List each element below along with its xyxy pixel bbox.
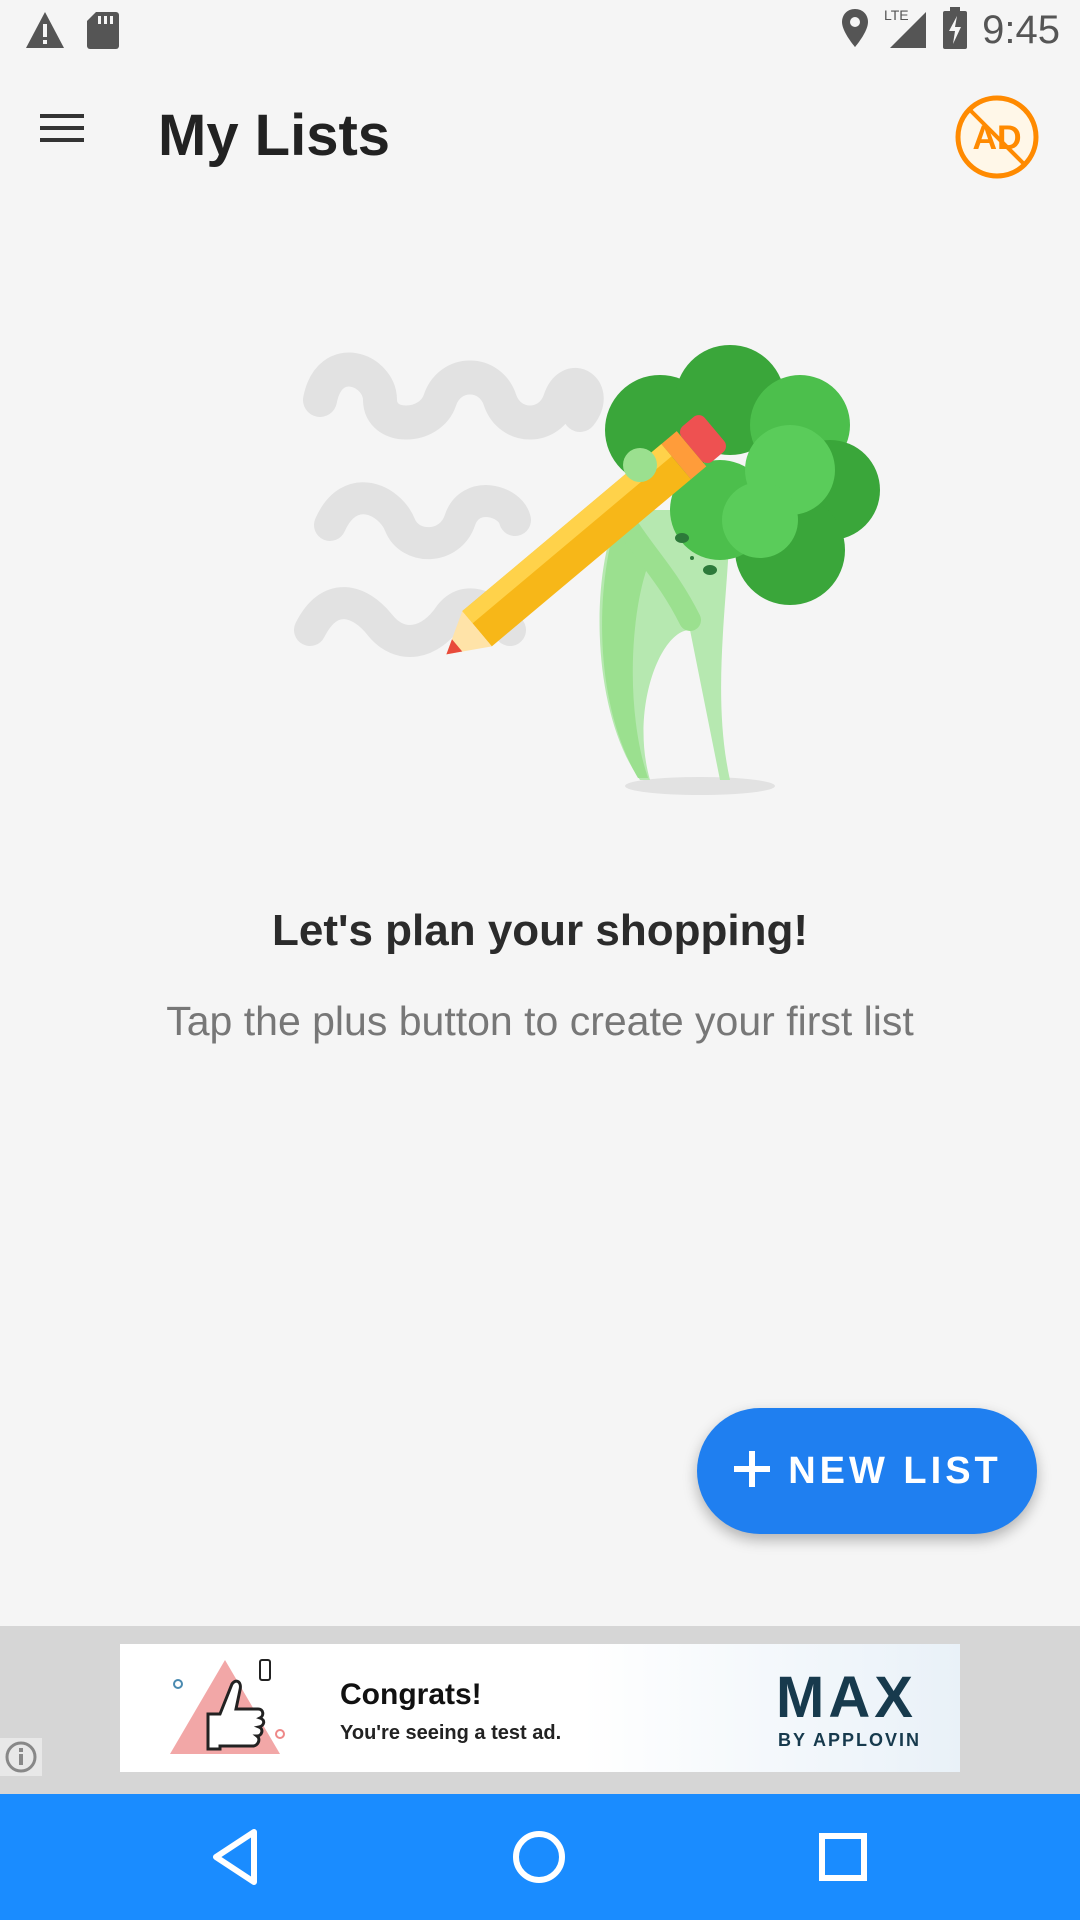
empty-state-subtitle: Tap the plus button to create your first… [166, 998, 914, 1044]
info-icon[interactable] [0, 1738, 42, 1776]
new-list-button[interactable]: NEW LIST [697, 1408, 1037, 1534]
back-icon[interactable] [204, 1824, 270, 1890]
status-time: 9:45 [982, 8, 1060, 52]
home-icon[interactable] [506, 1824, 572, 1890]
ad-text: You're seeing a test ad. [340, 1722, 562, 1744]
plus-icon [732, 1449, 772, 1494]
recents-icon[interactable] [810, 1824, 876, 1890]
ad-banner-area: Congrats! You're seeing a test ad. MAX B… [0, 1626, 1080, 1794]
empty-state-title: Let's plan your shopping! [271, 906, 808, 955]
battery-charging-icon [942, 7, 968, 54]
ad-headline: Congrats! [340, 1678, 482, 1711]
ad-brand-sub: BY APPLOVIN [778, 1730, 922, 1750]
app-bar: My Lists AD [0, 64, 1080, 210]
network-type: LTE [884, 7, 909, 23]
remove-ads-button[interactable]: AD [954, 94, 1040, 180]
ad-brand: MAX [776, 1665, 917, 1730]
system-nav-bar [0, 1794, 1080, 1920]
hamburger-menu-icon[interactable] [38, 108, 108, 168]
signal-icon: LTE [884, 6, 928, 55]
sd-card-icon [86, 10, 120, 55]
thumbs-up-icon [170, 1654, 290, 1769]
new-list-label: NEW LIST [788, 1449, 1002, 1492]
empty-state-illustration [290, 330, 930, 810]
page-title: My Lists [158, 103, 391, 168]
location-icon [840, 7, 870, 54]
warning-icon [24, 10, 66, 55]
ad-banner[interactable]: Congrats! You're seeing a test ad. MAX B… [120, 1644, 960, 1772]
status-bar: LTE 9:45 [0, 0, 1080, 64]
